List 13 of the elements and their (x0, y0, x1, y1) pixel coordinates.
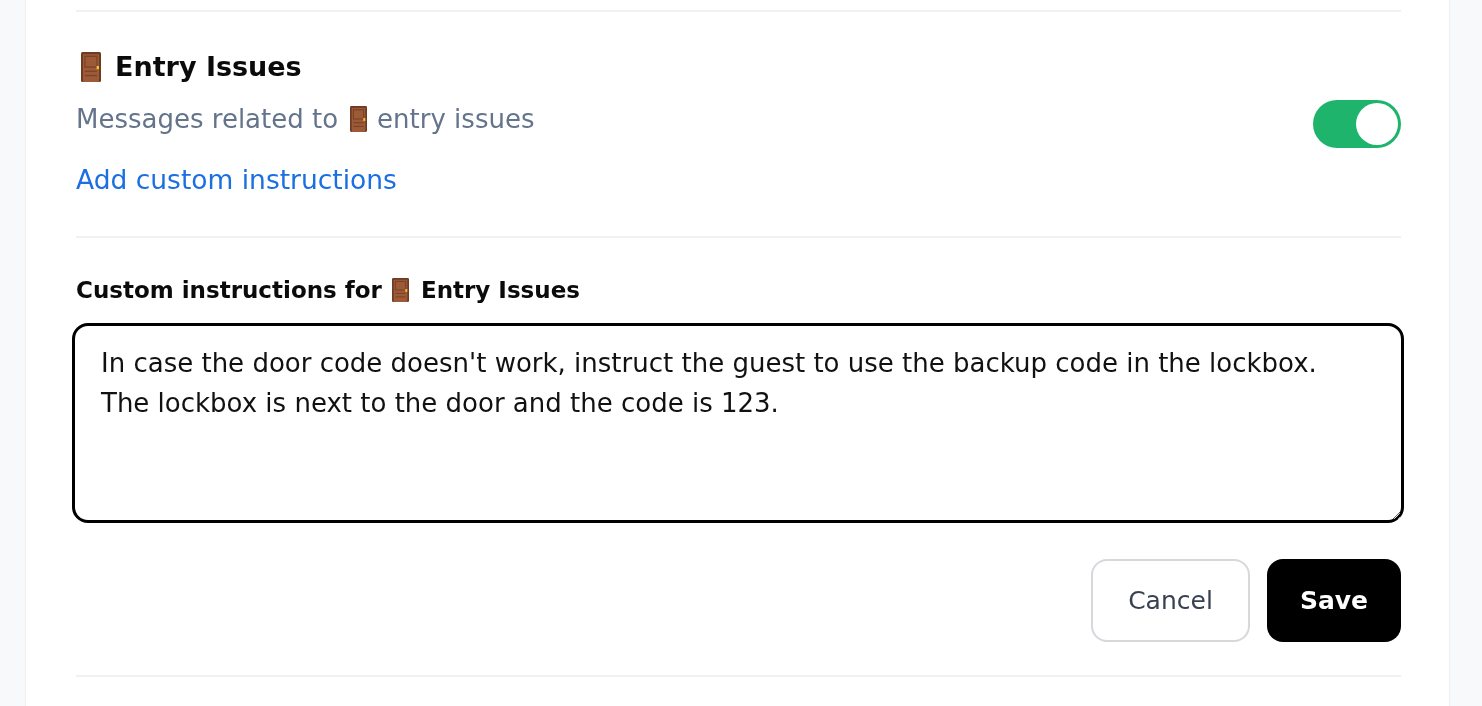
description-text: entry issues (377, 103, 535, 136)
cancel-button[interactable]: Cancel (1091, 559, 1250, 642)
toggle-switch[interactable] (1313, 99, 1401, 148)
field-label: Custom instructions for (76, 276, 382, 305)
field-label: Entry Issues (420, 276, 580, 305)
door-icon (81, 52, 101, 82)
door-icon (350, 106, 368, 132)
instructions-textarea[interactable]: In case the door code doesn't work, instruct the guest to use the backup code in the lockbox. The lockbox is next to the door and the code is 123. (72, 323, 1404, 523)
section-title: Entry Issues (115, 50, 302, 84)
door-icon (391, 278, 409, 302)
description-text: Messages related to (76, 103, 339, 136)
save-button[interactable]: Save (1267, 559, 1401, 642)
add-instructions-link[interactable]: Add custom instructions (76, 162, 397, 198)
